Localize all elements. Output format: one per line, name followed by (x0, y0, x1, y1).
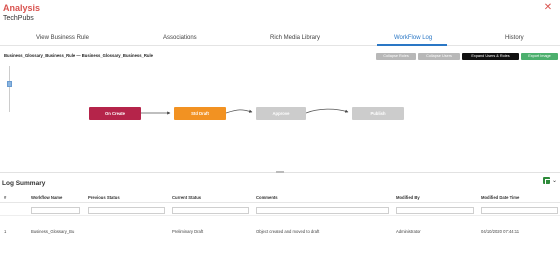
workflow-node-approve[interactable]: Approve (256, 107, 306, 120)
column-header-current-status[interactable]: Current Status (172, 195, 201, 200)
active-tab-indicator (377, 44, 447, 46)
table-row[interactable]: 1 Business_Glossary_Bu Preliminary Draft… (0, 226, 560, 238)
page-title: Analysis (3, 3, 41, 13)
filter-workflow-name-input[interactable] (31, 206, 80, 214)
log-summary-title: Log Summary (2, 180, 46, 187)
column-header-modified-by[interactable]: Modified By (396, 195, 420, 200)
tab-bar: View Business Rule Associations Rich Med… (0, 32, 560, 46)
cell-modified-date: 04/10/2020 07:44:11 (481, 229, 520, 234)
column-header-modified-date[interactable]: Modified Date Time (481, 195, 519, 200)
tab-view-business-rule[interactable]: View Business Rule (36, 35, 89, 41)
tab-rich-media-library[interactable]: Rich Media Library (270, 35, 320, 41)
workflow-node-on-create[interactable]: On Create (89, 107, 141, 120)
filter-current-status-input[interactable] (172, 206, 249, 214)
breadcrumb: Business_Glossary_Business_Rule — Busine… (4, 53, 153, 58)
connector-3 (305, 108, 349, 114)
column-header-previous-status[interactable]: Previous Status (88, 195, 120, 200)
cell-workflow-name: Business_Glossary_Bu (31, 229, 75, 234)
workflow-node-std-draft[interactable]: Std Draft (174, 107, 226, 120)
collapse-roles-button[interactable]: Collapse Roles (376, 53, 416, 60)
log-table-header: # Workflow Name Previous Status Current … (0, 193, 560, 203)
cell-current-status: Preliminary Draft (172, 229, 204, 234)
cell-comments: Object created and moved to draft (256, 229, 320, 234)
filter-comments-input[interactable] (256, 206, 389, 214)
tab-workflow-log[interactable]: WorkFlow Log (394, 35, 432, 41)
collapse-users-button[interactable]: Collapse Users (418, 53, 460, 60)
column-header-number[interactable]: # (4, 195, 6, 200)
log-filter-row (0, 204, 560, 216)
cell-modified-by: Administrator (396, 229, 421, 234)
splitter-handle[interactable] (276, 171, 284, 173)
filter-modified-by-input[interactable] (396, 206, 474, 214)
expand-users-roles-button[interactable]: Expand Users & Roles (462, 53, 519, 60)
filter-modified-date-input[interactable] (481, 206, 558, 214)
export-image-button[interactable]: Export Image (521, 53, 558, 60)
cell-number: 1 (4, 229, 7, 234)
tab-history[interactable]: History (505, 35, 524, 41)
workflow-canvas: On Create Std Draft Approve Publish (0, 62, 560, 170)
page-subtitle: TechPubs (3, 15, 34, 22)
excel-export-icon[interactable] (543, 177, 551, 185)
filter-previous-status-input[interactable] (88, 206, 165, 214)
workflow-node-publish[interactable]: Publish (352, 107, 404, 120)
window-header: Analysis TechPubs ✕ (0, 0, 560, 30)
column-header-comments[interactable]: Comments (256, 195, 278, 200)
close-icon[interactable]: ✕ (543, 3, 553, 13)
chevron-down-icon[interactable]: ⌄ (552, 177, 557, 184)
column-header-workflow-name[interactable]: Workflow Name (31, 195, 62, 200)
tab-associations[interactable]: Associations (163, 35, 197, 41)
connector-2 (225, 109, 253, 114)
